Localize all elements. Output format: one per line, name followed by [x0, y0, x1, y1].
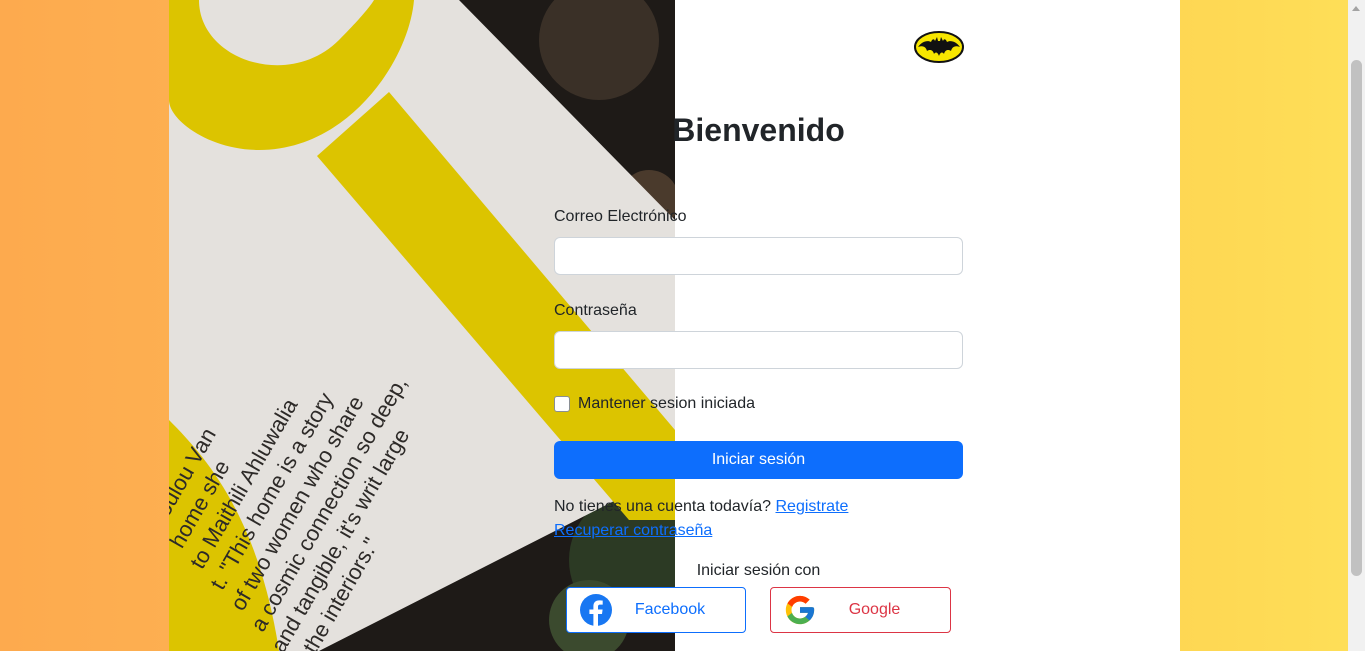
no-account-text: No tienes una cuenta todavía?: [554, 498, 772, 515]
magazine-photo-graphic: ditor,Loulou Vanhome sheto Maithili Ahlu…: [169, 0, 675, 651]
email-label: Correo Electrónico: [554, 208, 687, 225]
facebook-icon: [579, 593, 613, 627]
page-scrollbar[interactable]: [1348, 0, 1365, 651]
remember-checkbox[interactable]: [554, 396, 570, 412]
social-login-heading: Iniciar sesión con: [696, 562, 821, 579]
batman-logo-icon: [914, 31, 964, 63]
google-login-label: Google: [848, 601, 901, 618]
page-title: Bienvenido: [672, 112, 845, 148]
scroll-up-icon[interactable]: [1352, 6, 1360, 11]
password-field[interactable]: [554, 331, 963, 369]
magazine-photo: ditor,Loulou Vanhome sheto Maithili Ahlu…: [169, 0, 675, 651]
google-icon: [783, 593, 817, 627]
email-field[interactable]: [554, 237, 963, 275]
register-row: No tienes una cuenta todavía? Registrate: [554, 498, 848, 516]
remember-label: Mantener sesion iniciada: [578, 395, 755, 412]
remember-row: Mantener sesion iniciada: [554, 395, 755, 413]
facebook-login-label: Facebook: [634, 601, 706, 618]
facebook-login-button[interactable]: Facebook: [566, 587, 746, 633]
scrollbar-thumb[interactable]: [1351, 60, 1362, 576]
password-label: Contraseña: [554, 302, 637, 319]
login-card: ditor,Loulou Vanhome sheto Maithili Ahlu…: [169, 0, 1180, 651]
recover-password-link[interactable]: Recuperar contraseña: [554, 522, 712, 540]
google-login-button[interactable]: Google: [770, 587, 951, 633]
register-link[interactable]: Registrate: [776, 498, 849, 515]
login-button[interactable]: Iniciar sesión: [554, 441, 963, 479]
